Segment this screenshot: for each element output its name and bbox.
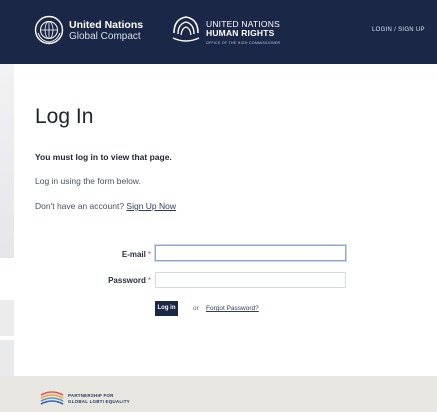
email-label: E-mail * [81,250,151,259]
account-prompt: Don't have an account? Sign Up Now [35,201,176,211]
partner-line-2: GLOBAL LGBTI EQUALITY [68,399,130,404]
email-label-text: E-mail [121,250,146,259]
or-separator: or [193,305,199,312]
login-instruction: Log in using the form below. [35,176,141,186]
forgot-password-link[interactable]: Forgot Password? [206,305,259,312]
partnership-logo-icon[interactable] [40,389,64,405]
un-global-compact-wordmark[interactable]: United Nations Global Compact [69,19,143,43]
brand-line-1: United Nations [69,19,144,31]
human-rights-emblem-icon[interactable] [170,13,202,45]
partnership-wordmark[interactable]: PARTNERSHIP FOR GLOBAL LGBTI EQUALITY [68,393,130,405]
side-panel-bottom [0,340,14,380]
brand-line-2: Global Compact [69,31,141,42]
password-field[interactable] [155,272,346,288]
email-field[interactable] [155,245,346,261]
side-panel-middle [0,300,14,336]
account-prompt-text: Don't have an account? [35,201,125,211]
site-header: United Nations Global Compact UNITED NAT… [0,0,437,64]
login-required-message: You must log in to view that page. [35,152,172,162]
page-title: Log In [35,105,94,128]
ohchr-wordmark[interactable]: UNITED NATIONS HUMAN RIGHTS OFFICE OF TH… [206,20,280,48]
ohchr-line-2: HUMAN RIGHTS [206,28,275,38]
login-signup-link[interactable]: LOGIN / SIGN UP [372,27,425,33]
login-button[interactable]: Log in [155,301,178,316]
required-marker: * [147,276,151,285]
required-marker: * [147,250,151,259]
sign-up-link[interactable]: Sign Up Now [126,201,176,211]
password-label: Password * [81,276,151,285]
un-globe-emblem-icon[interactable] [34,15,64,45]
side-panel-top [0,64,14,258]
password-label-text: Password [108,276,146,285]
site-footer [0,376,437,412]
ohchr-line-3: OFFICE OF THE HIGH COMMISSIONER [206,41,281,45]
